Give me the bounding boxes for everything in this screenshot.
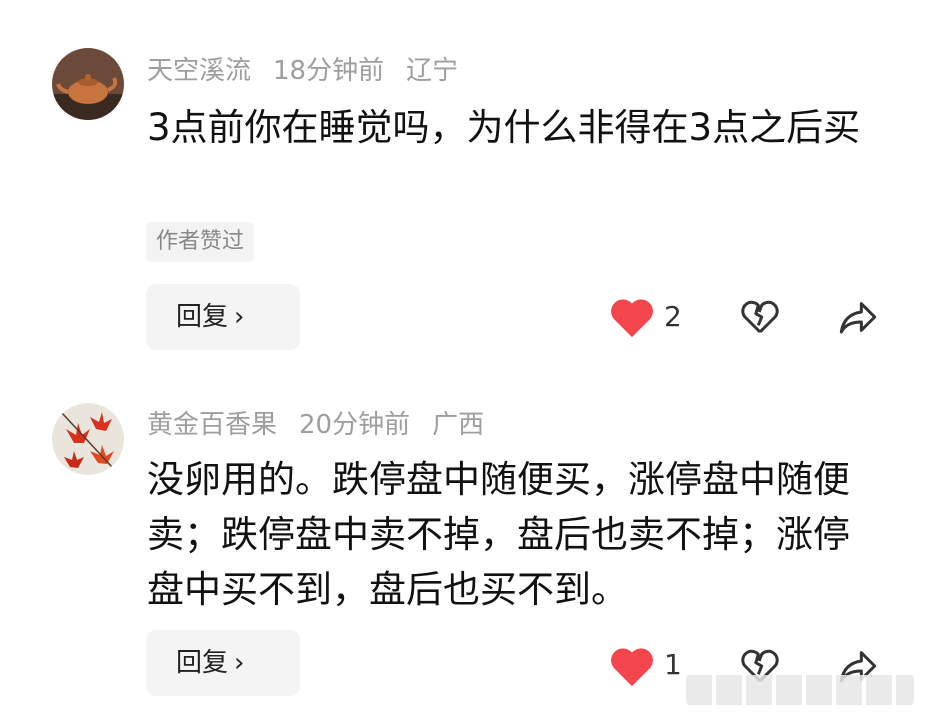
share-icon[interactable] bbox=[836, 297, 880, 337]
location: 辽宁 bbox=[406, 56, 459, 86]
timestamp: 18分钟前 bbox=[273, 56, 385, 86]
reply-button[interactable]: 回复 › bbox=[146, 630, 300, 696]
heart-icon[interactable] bbox=[609, 297, 655, 339]
heart-icon[interactable] bbox=[609, 646, 655, 688]
username[interactable]: 黄金百香果 bbox=[147, 410, 277, 440]
reply-label: 回复 bbox=[176, 302, 229, 332]
comment-meta: 天空溪流 18分钟前 辽宁 bbox=[147, 50, 480, 87]
comment-meta: 黄金百香果 20分钟前 广西 bbox=[147, 404, 506, 441]
author-liked-badge: 作者赞过 bbox=[146, 222, 255, 262]
watermark-overlay bbox=[686, 675, 914, 705]
avatar[interactable] bbox=[52, 403, 124, 475]
reply-label: 回复 bbox=[176, 648, 229, 678]
like-count: 2 bbox=[664, 300, 682, 333]
timestamp: 20分钟前 bbox=[299, 410, 411, 440]
chevron-right-icon: › bbox=[234, 302, 245, 332]
username[interactable]: 天空溪流 bbox=[147, 56, 251, 86]
comment-item: 黄金百香果 20分钟前 广西 没卵用的。跌停盘中随便买，涨停盘中随便卖；跌停盘中卖不… bbox=[0, 370, 930, 719]
reply-button[interactable]: 回复 › bbox=[146, 284, 300, 350]
location: 广西 bbox=[432, 410, 485, 440]
avatar[interactable] bbox=[52, 48, 124, 120]
broken-heart-icon[interactable] bbox=[740, 297, 780, 337]
comment-item: 天空溪流 18分钟前 辽宁 3点前你在睡觉吗，为什么非得在3点之后买 作者赞过 回复… bbox=[0, 0, 930, 370]
comment-text: 3点前你在睡觉吗，为什么非得在3点之后买 bbox=[147, 106, 861, 149]
like-count: 1 bbox=[664, 648, 682, 681]
comment-text: 没卵用的。跌停盘中随便买，涨停盘中随便卖；跌停盘中卖不掉，盘后也卖不掉；涨停盘中… bbox=[147, 458, 850, 611]
chevron-right-icon: › bbox=[234, 648, 245, 678]
